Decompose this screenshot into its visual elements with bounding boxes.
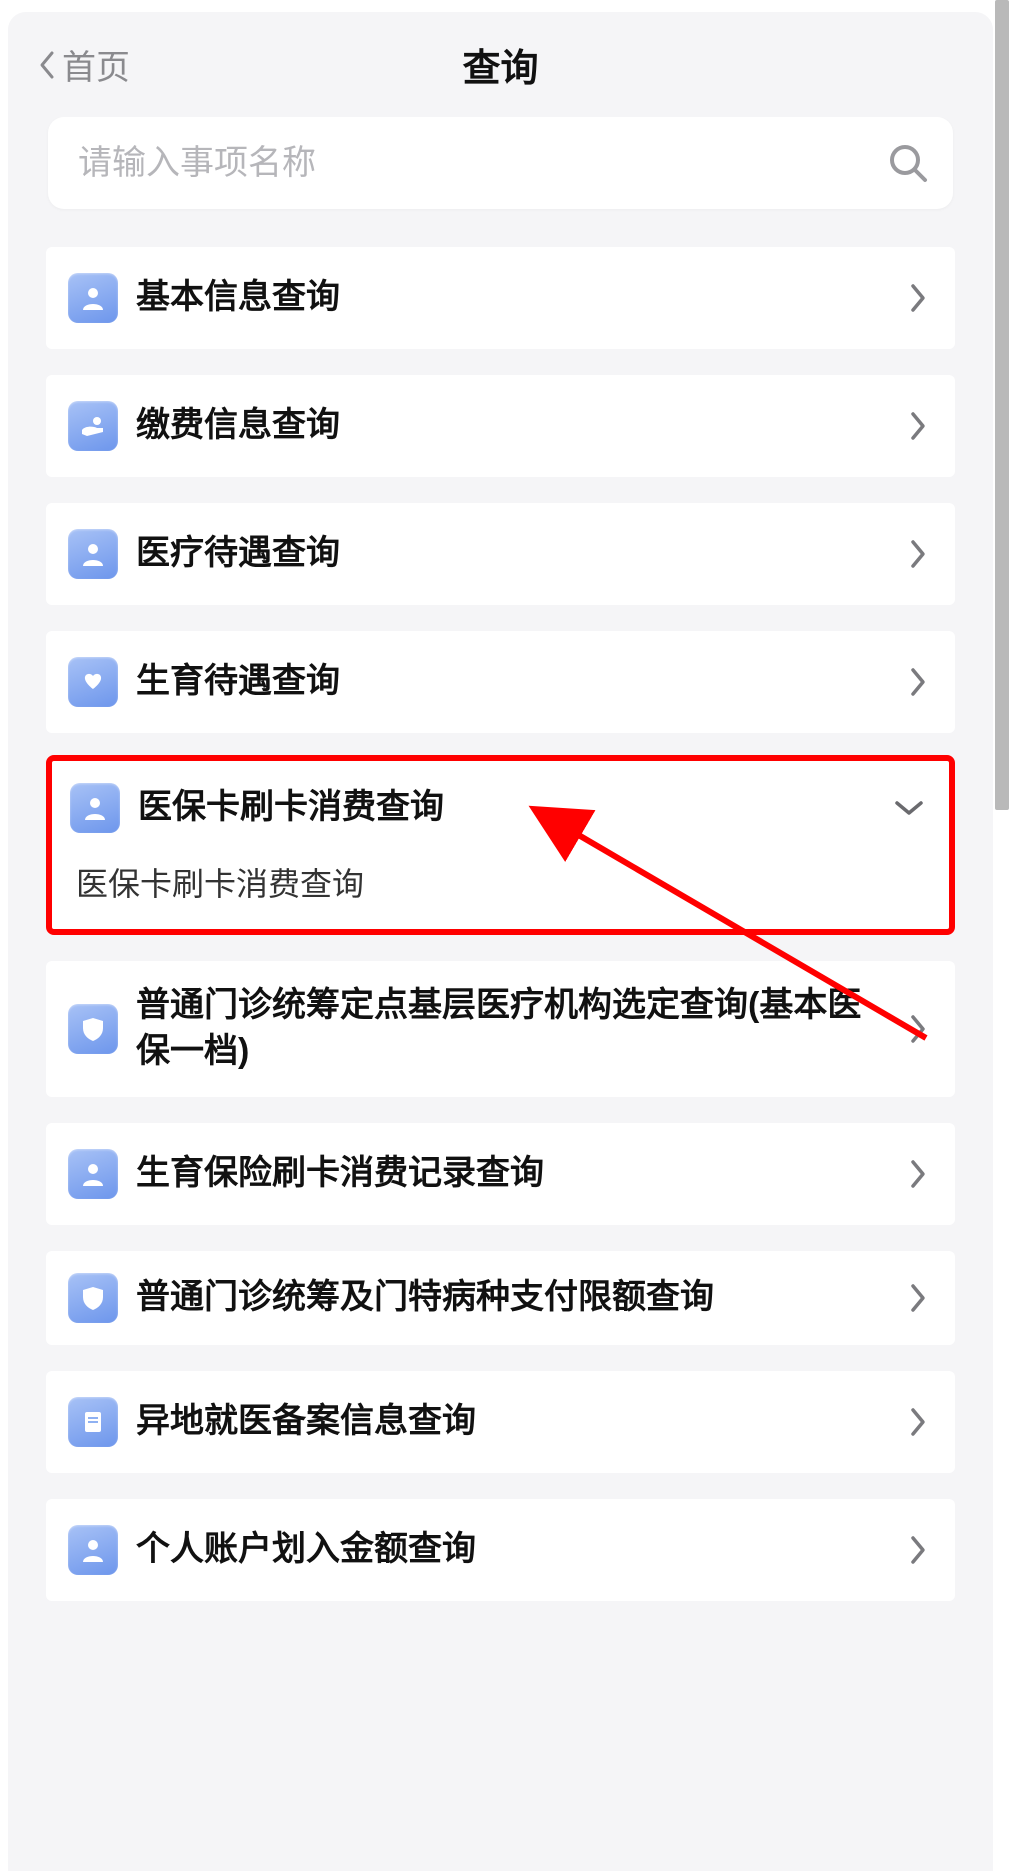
- list-item-outpatient-limit[interactable]: 普通门诊统筹及门特病种支付限额查询: [46, 1251, 955, 1345]
- chevron-right-icon: [909, 1158, 927, 1190]
- shield-icon: [68, 1004, 118, 1054]
- chevron-right-icon: [909, 1282, 927, 1314]
- shield-icon: [68, 1273, 118, 1323]
- chevron-right-icon: [909, 538, 927, 570]
- person-icon: [70, 783, 120, 833]
- chevron-right-icon: [909, 282, 927, 314]
- list-item-label: 生育保险刷卡消费记录查询: [136, 1151, 891, 1197]
- person-icon: [68, 273, 118, 323]
- chevron-left-icon: [38, 49, 56, 81]
- list-item-card-consumption-highlighted[interactable]: 医保卡刷卡消费查询 医保卡刷卡消费查询: [46, 755, 955, 935]
- list-item-label: 普通门诊统筹定点基层医疗机构选定查询(基本医保一档): [136, 983, 891, 1075]
- list-item-label: 基本信息查询: [136, 275, 891, 321]
- back-button[interactable]: 首页: [38, 40, 130, 89]
- list-item-label: 医保卡刷卡消费查询: [138, 785, 875, 831]
- back-label: 首页: [62, 40, 130, 89]
- chevron-right-icon: [909, 1013, 927, 1045]
- list-item-label: 生育待遇查询: [136, 659, 891, 705]
- list-item-remote-filing[interactable]: 异地就医备案信息查询: [46, 1371, 955, 1473]
- scrollbar-indicator[interactable]: [995, 0, 1009, 810]
- list-item-payment-info[interactable]: 缴费信息查询: [46, 375, 955, 477]
- hand-coin-icon: [68, 401, 118, 451]
- list-item-label: 普通门诊统筹及门特病种支付限额查询: [136, 1275, 891, 1321]
- list-item-basic-info[interactable]: 基本信息查询: [46, 247, 955, 349]
- list-item-sub[interactable]: 医保卡刷卡消费查询: [52, 855, 949, 929]
- chevron-right-icon: [909, 1534, 927, 1566]
- list-item-label: 医疗待遇查询: [136, 531, 891, 577]
- search-input[interactable]: [78, 144, 887, 183]
- search-icon[interactable]: [887, 142, 929, 184]
- list-item-label: 个人账户划入金额查询: [136, 1527, 891, 1573]
- list-item-medical-benefit[interactable]: 医疗待遇查询: [46, 503, 955, 605]
- chevron-right-icon: [909, 666, 927, 698]
- person-icon: [68, 529, 118, 579]
- person-icon: [68, 1525, 118, 1575]
- heart-hands-icon: [68, 657, 118, 707]
- query-list: 基本信息查询 缴费信息查询: [8, 247, 993, 1601]
- document-icon: [68, 1397, 118, 1447]
- list-item-account-credit[interactable]: 个人账户划入金额查询: [46, 1499, 955, 1601]
- list-item-maternity-card-record[interactable]: 生育保险刷卡消费记录查询: [46, 1123, 955, 1225]
- search-box[interactable]: [48, 117, 953, 209]
- list-item-label: 异地就医备案信息查询: [136, 1399, 891, 1445]
- list-item-maternity-benefit[interactable]: 生育待遇查询: [46, 631, 955, 733]
- chevron-right-icon: [909, 1406, 927, 1438]
- person-icon: [68, 1149, 118, 1199]
- list-item-label: 缴费信息查询: [136, 403, 891, 449]
- list-item-outpatient-designation[interactable]: 普通门诊统筹定点基层医疗机构选定查询(基本医保一档): [46, 961, 955, 1097]
- chevron-down-icon: [893, 799, 925, 817]
- page-header: 首页 查询: [8, 12, 993, 117]
- chevron-right-icon: [909, 410, 927, 442]
- page-title: 查询: [462, 37, 538, 92]
